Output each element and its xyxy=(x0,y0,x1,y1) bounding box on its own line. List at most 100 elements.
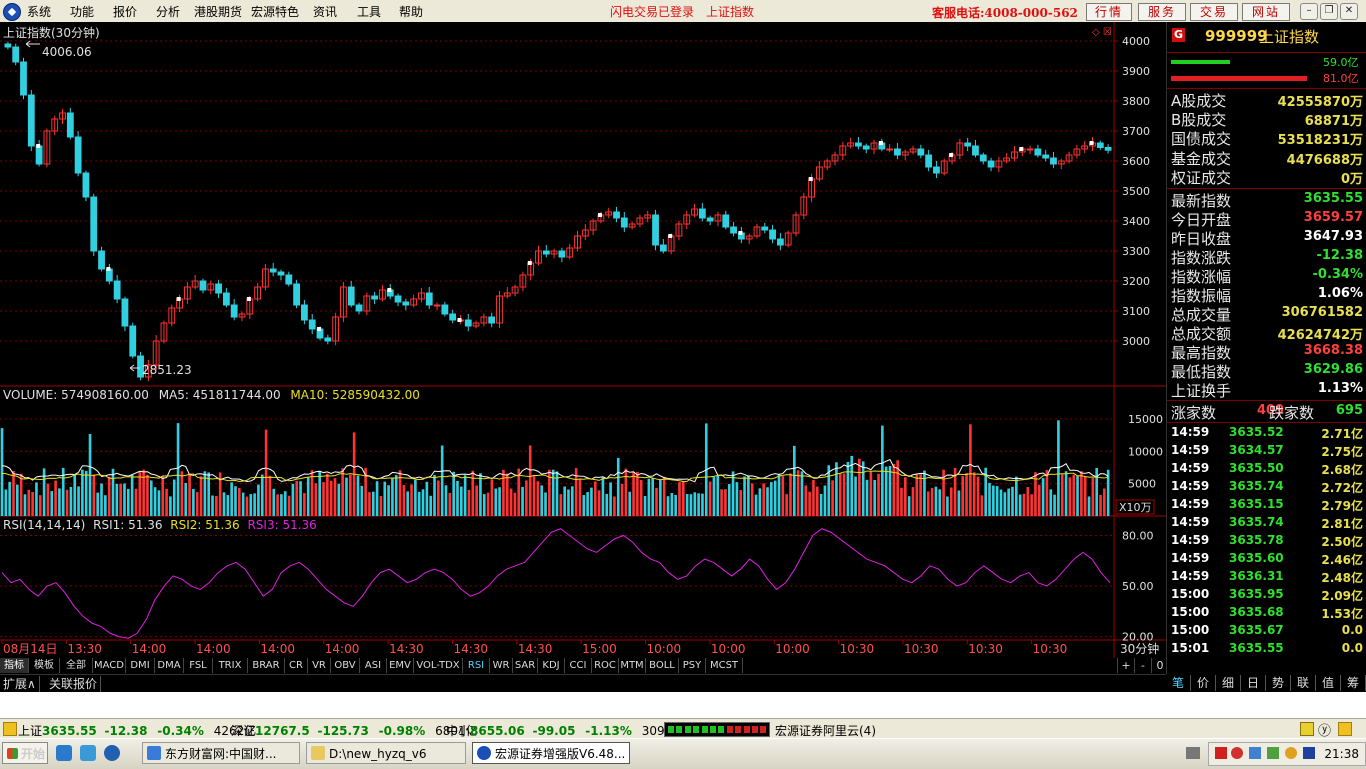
panel-tab-0[interactable]: 笔 xyxy=(1166,675,1191,691)
indicator-tab-dmi[interactable]: DMI xyxy=(126,658,155,673)
minimize-icon[interactable]: – xyxy=(1300,3,1318,20)
zoom-out-button[interactable]: - xyxy=(1134,658,1151,673)
indicator-tab-mtm[interactable]: MTM xyxy=(619,658,646,673)
indicator-tab-obv[interactable]: OBV xyxy=(331,658,360,673)
ma5-value: MA5: 451811744.00 xyxy=(159,388,281,402)
task-folder[interactable]: D:\new_hyzq_v6 xyxy=(306,742,466,764)
tray-app-icon[interactable] xyxy=(1267,747,1279,759)
tick-time: 14:59 xyxy=(1171,515,1210,529)
panel-tab-7[interactable]: 筹 xyxy=(1341,675,1366,691)
tray-volume-icon[interactable] xyxy=(1285,747,1297,759)
time-label: 14:00 xyxy=(196,642,231,656)
app-logo-icon[interactable] xyxy=(3,3,21,21)
menu-hk-futures[interactable]: 港股期货 xyxy=(194,3,242,20)
related-quote-tab[interactable]: 关联报价 xyxy=(46,676,102,692)
website-button[interactable]: 网站 xyxy=(1242,3,1290,21)
indicator-tab-boll[interactable]: BOLL xyxy=(646,658,679,673)
rsi-lines xyxy=(1,528,1111,639)
expand-tab[interactable]: 扩展∧ xyxy=(0,676,40,692)
status-menu-icon[interactable] xyxy=(3,722,17,736)
stat-label: 总成交量 xyxy=(1171,306,1232,324)
menu-system[interactable]: 系统 xyxy=(27,3,51,20)
task-eastmoney[interactable]: 东方财富网:中国财... xyxy=(142,742,300,764)
candle-marker xyxy=(106,267,111,271)
menu-help[interactable]: 帮助 xyxy=(399,3,423,20)
trade-button[interactable]: 交易 xyxy=(1190,3,1238,21)
indicator-tab-kdj[interactable]: KDJ xyxy=(538,658,565,673)
menu-tools[interactable]: 工具 xyxy=(357,3,381,20)
tray-antivirus-icon[interactable] xyxy=(1231,747,1243,759)
indicator-tab-sar[interactable]: SAR xyxy=(513,658,538,673)
chart-area[interactable]: 4000 3900 3800 3700 3600 3500 3400 3300 3200 3100… xyxy=(0,22,1166,658)
restore-icon[interactable]: ❐ xyxy=(1320,3,1338,20)
indicator-tab-asi[interactable]: ASI xyxy=(360,658,387,673)
kline-chart[interactable]: 4000 3900 3800 3700 3600 3500 3400 3300 3200 3100… xyxy=(0,22,1166,658)
quicklaunch-icon[interactable] xyxy=(104,745,120,761)
tray-security-icon[interactable] xyxy=(1303,747,1315,759)
menu-hongyuan[interactable]: 宏源特色 xyxy=(251,3,299,20)
task-hongyuan[interactable]: 宏源证券增强版V6.48... xyxy=(472,742,630,764)
indicator-tab-macd[interactable]: MACD xyxy=(93,658,126,673)
start-button[interactable]: 开始 xyxy=(2,742,48,764)
lock-icon[interactable] xyxy=(1300,722,1314,736)
market-button[interactable]: 行情 xyxy=(1086,3,1132,21)
index-stat-row: 最低指数 3629.86 xyxy=(1167,361,1366,381)
indicator-tab-cr[interactable]: CR xyxy=(285,658,308,673)
candle-body xyxy=(925,154,933,168)
indicator-tab-mcst[interactable]: MCST xyxy=(706,658,743,673)
volume-tick-label: 5000 xyxy=(1128,478,1156,491)
indicator-tab-psy[interactable]: PSY xyxy=(679,658,706,673)
tick-price: 3636.31 xyxy=(1229,569,1284,583)
tray-flag-icon[interactable] xyxy=(1215,747,1227,759)
candle-body xyxy=(862,145,870,150)
service-button[interactable]: 服务 xyxy=(1138,3,1186,21)
indicator-tab-全部[interactable]: 全部 xyxy=(60,658,93,673)
menu-quote[interactable]: 报价 xyxy=(113,3,137,20)
signal-icon[interactable]: ⓨ xyxy=(1318,720,1331,739)
message-icon[interactable] xyxy=(1338,722,1352,736)
ie-icon[interactable] xyxy=(56,745,72,761)
green-volume-bar xyxy=(1171,60,1230,64)
panel-tab-5[interactable]: 联 xyxy=(1291,675,1316,691)
candle-body xyxy=(301,304,308,321)
indicator-tab-fsl[interactable]: FSL xyxy=(184,658,213,673)
indicator-tab-cci[interactable]: CCI xyxy=(565,658,592,673)
indicator-tab-vr[interactable]: VR xyxy=(308,658,331,673)
menu-analysis[interactable]: 分析 xyxy=(156,3,180,20)
tick-price: 3635.78 xyxy=(1229,533,1284,547)
indicator-tab-roc[interactable]: ROC xyxy=(592,658,619,673)
tick-price: 3635.68 xyxy=(1229,605,1284,619)
panel-tab-4[interactable]: 势 xyxy=(1266,675,1291,691)
indicator-tab-dma[interactable]: DMA xyxy=(155,658,184,673)
period-label[interactable]: 30分钟 xyxy=(1120,641,1159,656)
indicator-tab-rsi[interactable]: RSI xyxy=(463,658,490,673)
menu-function[interactable]: 功能 xyxy=(70,3,94,20)
zoom-in-button[interactable]: + xyxy=(1117,658,1134,673)
tray-network-icon[interactable] xyxy=(1249,747,1261,759)
chart-nav-icon[interactable]: ◇ ☒ xyxy=(1092,27,1112,38)
indicator-tab-brar[interactable]: BRAR xyxy=(248,658,285,673)
keyboard-icon[interactable] xyxy=(1186,747,1200,759)
indicator-tab-模板[interactable]: 模板 xyxy=(29,658,60,673)
app-icon xyxy=(477,746,491,760)
panel-tab-6[interactable]: 值 xyxy=(1316,675,1341,691)
indicator-tab-wr[interactable]: WR xyxy=(490,658,513,673)
close-icon[interactable]: ✕ xyxy=(1340,3,1358,20)
candle-body xyxy=(129,325,137,357)
indicator-tab-指标[interactable]: 指标 xyxy=(0,658,29,673)
stat-label: 上证换手 xyxy=(1171,382,1232,400)
panel-tab-3[interactable]: 日 xyxy=(1241,675,1266,691)
candle-body xyxy=(293,283,301,306)
candle-marker xyxy=(738,231,743,235)
indicator-tab-trix[interactable]: TRIX xyxy=(213,658,248,673)
rsi-header: RSI(14,14,14) RSI1: 51.36 RSI2: 51.36 RS… xyxy=(3,518,317,532)
indicator-tab-vol-tdx[interactable]: VOL-TDX xyxy=(414,658,463,673)
g-icon[interactable]: G xyxy=(1172,28,1185,42)
menu-news[interactable]: 资讯 xyxy=(313,3,337,20)
tick-time: 14:59 xyxy=(1171,479,1210,493)
turnover-row: 国债成交 53518231万 xyxy=(1167,128,1366,148)
panel-tab-1[interactable]: 价 xyxy=(1191,675,1216,691)
desktop-icon[interactable] xyxy=(80,745,96,761)
panel-tab-2[interactable]: 细 xyxy=(1216,675,1241,691)
indicator-tab-emv[interactable]: EMV xyxy=(387,658,414,673)
